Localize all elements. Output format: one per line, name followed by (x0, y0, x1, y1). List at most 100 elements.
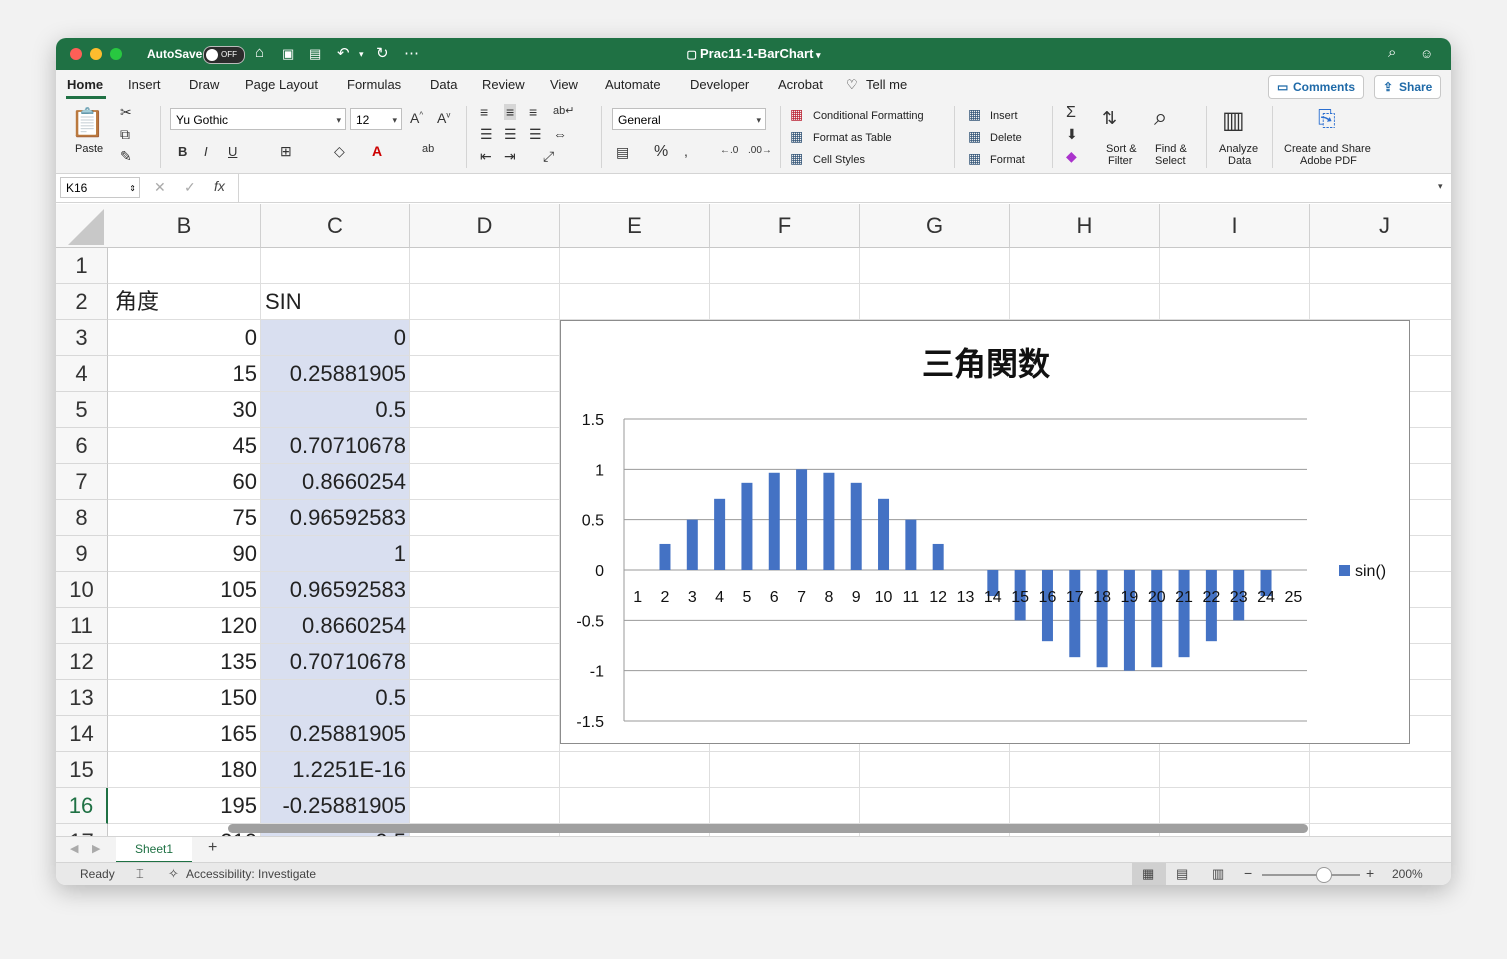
increase-indent-icon[interactable]: ⇥ (504, 148, 516, 165)
insert-cells-icon[interactable]: ▦ (968, 106, 981, 123)
cell-b[interactable]: 45 (111, 428, 261, 464)
row-header[interactable]: 2 (56, 284, 108, 320)
cell-c[interactable]: 0.96592583 (261, 572, 410, 608)
number-format-select[interactable]: General ▾ (612, 108, 766, 130)
align-center-icon[interactable]: ☰ (504, 126, 517, 143)
format-cells-button[interactable]: Format (990, 154, 1025, 166)
cell-b[interactable]: 90 (111, 536, 261, 572)
cut-icon[interactable]: ✂ (120, 104, 132, 121)
row-header[interactable]: 13 (56, 680, 108, 716)
row-header[interactable]: 9 (56, 536, 108, 572)
format-as-table-button[interactable]: Format as Table (813, 132, 892, 144)
row-header[interactable]: 1 (56, 248, 108, 284)
horizontal-scrollbar[interactable] (228, 824, 1308, 833)
cell-b[interactable]: 180 (111, 752, 261, 788)
paste-icon[interactable]: 📋 (70, 106, 105, 139)
delete-cells-button[interactable]: Delete (990, 132, 1022, 144)
cell-c[interactable]: 0.5 (261, 680, 410, 716)
column-header[interactable]: C (261, 204, 410, 248)
copy-icon[interactable]: ⧉ (120, 126, 130, 143)
column-header[interactable]: F (710, 204, 860, 248)
find-select-label-2[interactable]: Select (1155, 155, 1186, 167)
format-cells-icon[interactable]: ▦ (968, 150, 981, 167)
row-header[interactable]: 10 (56, 572, 108, 608)
cell-c[interactable]: 1.2251E-16 (261, 752, 410, 788)
enter-icon[interactable]: ✓ (184, 179, 196, 196)
column-header[interactable]: H (1010, 204, 1160, 248)
row-header[interactable]: 5 (56, 392, 108, 428)
cell-c2[interactable]: SIN (261, 284, 409, 320)
column-header[interactable]: J (1310, 204, 1451, 248)
analyze-data-label-2[interactable]: Data (1228, 155, 1251, 167)
zoom-in-icon[interactable]: + (1366, 865, 1374, 881)
cancel-icon[interactable]: ✕ (154, 179, 166, 196)
increase-font-icon[interactable]: A^ (410, 110, 423, 126)
insert-function-button[interactable]: fx (214, 178, 225, 194)
cell-b2[interactable]: 角度 (111, 284, 259, 320)
autosum-icon[interactable]: Σ (1066, 104, 1076, 122)
format-as-table-icon[interactable]: ▦ (790, 128, 803, 145)
tab-home[interactable]: Home (67, 77, 103, 92)
row-header[interactable]: 7 (56, 464, 108, 500)
cell-styles-button[interactable]: Cell Styles (813, 154, 865, 166)
format-painter-icon[interactable]: ✎ (120, 148, 132, 165)
tab-view[interactable]: View (550, 77, 578, 92)
page-layout-view-icon[interactable]: ▤ (1176, 866, 1188, 882)
bar-chart[interactable]: 三角関数 1.5 1 0.5 0 -0.5 -1 -1.5 1 2 3 4 5 6 7 8 9 10 11 12 13 1… (560, 320, 1410, 744)
zoom-out-icon[interactable]: − (1244, 865, 1252, 881)
align-top-icon[interactable]: ≡ (480, 104, 488, 120)
row-header[interactable]: 16 (56, 788, 108, 824)
cell-b[interactable]: 195 (111, 788, 261, 824)
sort-filter-icon[interactable]: ⇅ (1102, 108, 1117, 129)
zoom-slider-thumb[interactable] (1316, 867, 1332, 883)
sort-filter-label-1[interactable]: Sort & (1106, 143, 1137, 155)
accessibility-status[interactable]: Accessibility: Investigate (186, 867, 316, 881)
scroll-right-icon[interactable]: ▶ (92, 842, 100, 855)
paste-label[interactable]: Paste (75, 143, 103, 155)
analyze-data-label-1[interactable]: Analyze (1219, 143, 1258, 155)
tab-data[interactable]: Data (430, 77, 457, 92)
accessibility-icon[interactable]: ✧ (168, 866, 179, 882)
fill-color-icon[interactable]: ◇ (334, 143, 345, 160)
cell-b[interactable]: 120 (111, 608, 261, 644)
cell-b[interactable]: 135 (111, 644, 261, 680)
cell-b[interactable]: 105 (111, 572, 261, 608)
zoom-level[interactable]: 200% (1392, 867, 1423, 881)
row-header[interactable]: 4 (56, 356, 108, 392)
name-box[interactable]: K16 ⇕ (60, 177, 140, 198)
delete-cells-icon[interactable]: ▦ (968, 128, 981, 145)
create-pdf-label-1[interactable]: Create and Share (1284, 143, 1371, 155)
increase-decimal-icon[interactable]: ←.0 (720, 145, 738, 156)
sheet-tab-sheet1[interactable]: Sheet1 (116, 837, 192, 863)
row-header[interactable]: 17 (56, 824, 108, 836)
align-right-icon[interactable]: ☰ (529, 126, 542, 143)
row-header[interactable]: 8 (56, 500, 108, 536)
conditional-formatting-icon[interactable]: ▦ (790, 106, 803, 123)
wrap-text-icon[interactable]: ab↵ (553, 104, 574, 117)
cell-c[interactable]: 0.70710678 (261, 428, 410, 464)
cell-b[interactable]: 150 (111, 680, 261, 716)
row-header[interactable]: 12 (56, 644, 108, 680)
cell-c[interactable]: 0.70710678 (261, 644, 410, 680)
cell-c[interactable]: 0.8660254 (261, 464, 410, 500)
merge-center-icon[interactable]: ⇔ (553, 126, 567, 142)
conditional-formatting-button[interactable]: Conditional Formatting (813, 110, 924, 122)
tab-automate[interactable]: Automate (605, 77, 661, 92)
cell-c[interactable]: -0.25881905 (261, 788, 410, 824)
decrease-decimal-icon[interactable]: .00→ (748, 145, 772, 156)
analyze-data-icon[interactable]: ▥ (1222, 106, 1245, 135)
find-select-label-1[interactable]: Find & (1155, 143, 1187, 155)
normal-view-button[interactable]: ▦ (1132, 863, 1166, 885)
page-break-view-icon[interactable]: ▥ (1212, 866, 1224, 882)
decrease-indent-icon[interactable]: ⇤ (480, 148, 492, 165)
cell-c[interactable]: 0.25881905 (261, 716, 410, 752)
font-name-select[interactable]: Yu Gothic ▾ (170, 108, 346, 130)
fill-icon[interactable]: ⬇ (1066, 126, 1078, 143)
font-size-select[interactable]: 12 ▾ (350, 108, 402, 130)
cell-c[interactable]: 0.25881905 (261, 356, 410, 392)
underline-icon[interactable]: U (228, 144, 237, 159)
insert-cells-button[interactable]: Insert (990, 110, 1018, 122)
cell-b[interactable]: 75 (111, 500, 261, 536)
align-middle-icon[interactable]: ≡ (504, 104, 517, 120)
sort-filter-label-2[interactable]: Filter (1108, 155, 1132, 167)
